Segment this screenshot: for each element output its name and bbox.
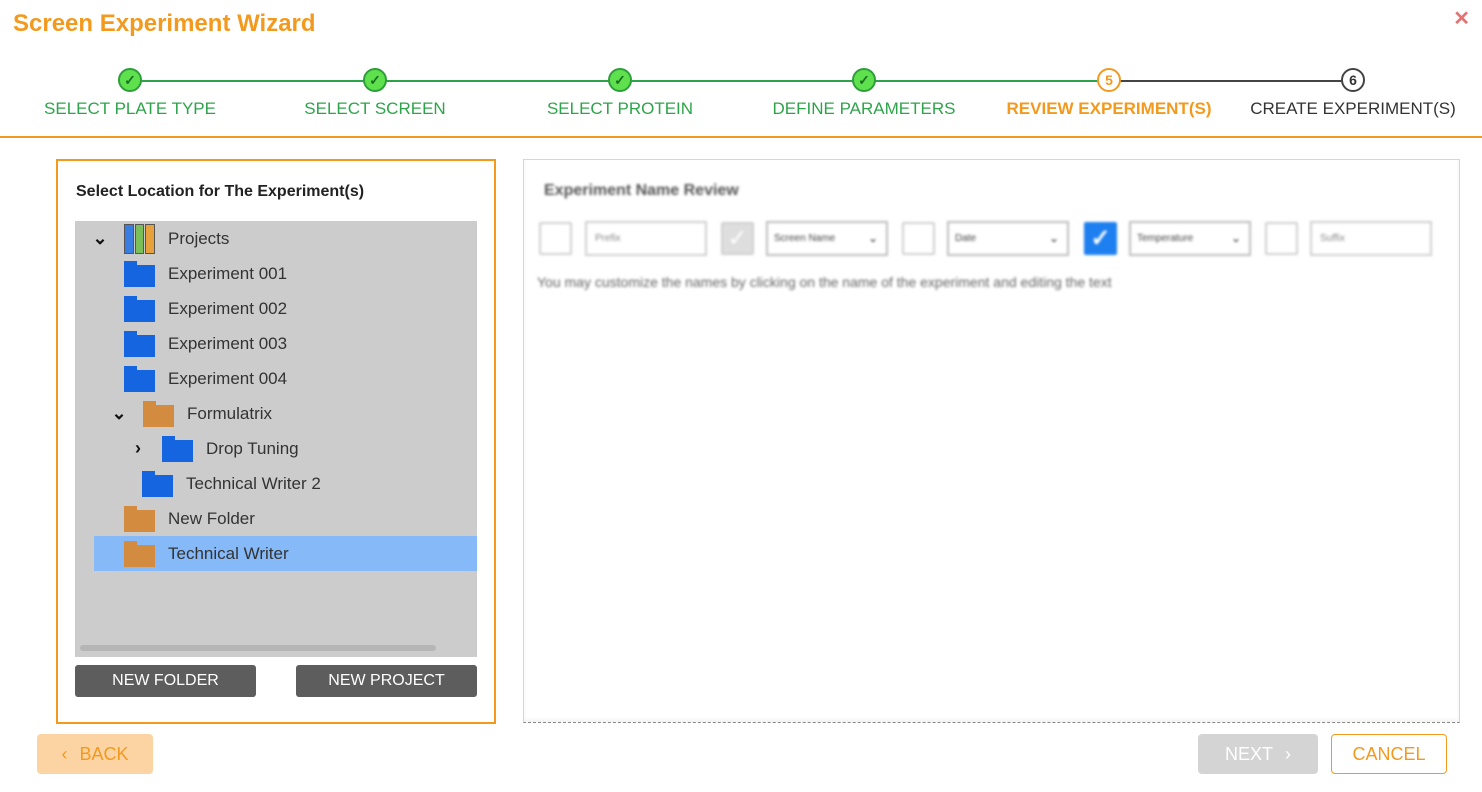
tree-item-label: Experiment 002 xyxy=(168,298,288,318)
tree-item-new-folder[interactable]: New Folder xyxy=(75,501,477,536)
tree-item-experiment-003[interactable]: Experiment 003 xyxy=(75,326,477,361)
tree-item-experiment-002[interactable]: Experiment 002 xyxy=(75,291,477,326)
temperature-select[interactable]: Temperature ⌄ xyxy=(1129,221,1251,256)
step-label: SELECT PLATE TYPE xyxy=(44,99,216,118)
chevron-right-icon: › xyxy=(1285,743,1291,764)
chevron-down-icon: ⌄ xyxy=(1230,231,1241,245)
name-review-panel: Experiment Name Review Prefix ✓ Screen N… xyxy=(523,159,1460,723)
tree-item-label: Technical Writer 2 xyxy=(186,473,321,493)
next-button-label: NEXT xyxy=(1224,743,1273,764)
suffix-checkbox[interactable] xyxy=(1265,222,1298,255)
step-label: CREATE EXPERIMENT(S) xyxy=(1250,99,1456,118)
location-tree[interactable]: ⌄ Projects Experiment 001 Experiment 002… xyxy=(75,221,477,657)
tree-item-label: Experiment 001 xyxy=(168,263,288,283)
folder-icon xyxy=(162,435,193,462)
name-review-title: Experiment Name Review xyxy=(544,182,739,199)
step-create-experiments: 6 CREATE EXPERIMENT(S) xyxy=(1228,64,1478,119)
location-panel: Select Location for The Experiment(s) ⌄ … xyxy=(56,159,496,724)
folder-icon xyxy=(143,400,174,427)
next-button[interactable]: NEXT › xyxy=(1198,734,1318,774)
step-number: 6 xyxy=(1341,68,1365,92)
suffix-input[interactable]: Suffix xyxy=(1310,221,1432,256)
chevron-down-icon: ⌄ xyxy=(1048,231,1059,245)
projects-icon xyxy=(124,223,156,254)
folder-icon xyxy=(124,295,155,322)
cancel-button[interactable]: CANCEL xyxy=(1331,734,1447,774)
step-select-protein: ✓ SELECT PROTEIN xyxy=(495,64,745,119)
tree-item-drop-tuning[interactable]: › Drop Tuning xyxy=(75,431,477,466)
folder-icon xyxy=(124,260,155,287)
step-check-icon: ✓ xyxy=(118,68,142,92)
wizard-stepper: ✓ SELECT PLATE TYPE ✓ SELECT SCREEN ✓ SE… xyxy=(0,64,1482,138)
step-check-icon: ✓ xyxy=(852,68,876,92)
new-folder-button[interactable]: NEW FOLDER xyxy=(75,665,256,697)
tree-item-label: Experiment 003 xyxy=(168,333,288,353)
folder-icon xyxy=(124,330,155,357)
step-label: SELECT PROTEIN xyxy=(546,99,694,118)
location-panel-title: Select Location for The Experiment(s) xyxy=(76,183,365,200)
back-button-label: BACK xyxy=(79,743,129,764)
temperature-select-value: Temperature xyxy=(1137,233,1194,244)
folder-icon xyxy=(124,365,155,392)
prefix-checkbox[interactable] xyxy=(539,222,572,255)
temperature-checkbox[interactable]: ✓ xyxy=(1084,222,1117,255)
tree-item-label: New Folder xyxy=(168,508,255,528)
tree-item-technical-writer[interactable]: Technical Writer xyxy=(94,536,477,571)
back-button[interactable]: ‹ BACK xyxy=(37,734,153,774)
date-select[interactable]: Date ⌄ xyxy=(947,221,1069,256)
prefix-input[interactable]: Prefix xyxy=(585,221,707,256)
tree-item-label: Drop Tuning xyxy=(206,438,299,458)
wizard-window: Screen Experiment Wizard ✕ ✓ SELECT PLAT… xyxy=(0,0,1482,792)
step-label: REVIEW EXPERIMENT(S) xyxy=(1006,99,1212,118)
step-review-experiments: 5 REVIEW EXPERIMENT(S) xyxy=(984,64,1234,119)
tree-item-label: Formulatrix xyxy=(187,403,273,423)
step-label: SELECT SCREEN xyxy=(304,99,446,118)
chevron-left-icon: ‹ xyxy=(61,743,68,764)
tree-item-formulatrix[interactable]: ⌄ Formulatrix xyxy=(75,396,477,431)
folder-icon xyxy=(142,470,173,497)
tree-item-label: Technical Writer xyxy=(168,543,289,563)
new-project-button[interactable]: NEW PROJECT xyxy=(296,665,477,697)
step-label: DEFINE PARAMETERS xyxy=(772,99,956,118)
screen-name-select[interactable]: Screen Name ⌄ xyxy=(766,221,888,256)
tree-item-label: Experiment 004 xyxy=(168,368,288,388)
step-select-screen: ✓ SELECT SCREEN xyxy=(250,64,500,119)
date-checkbox[interactable] xyxy=(902,222,935,255)
chevron-right-icon[interactable]: › xyxy=(128,438,148,459)
chevron-down-icon[interactable]: ⌄ xyxy=(109,403,129,424)
tree-horizontal-scrollbar[interactable] xyxy=(80,645,436,651)
name-review-hint: You may customize the names by clicking … xyxy=(537,274,1112,290)
chevron-down-icon: ⌄ xyxy=(867,231,878,245)
date-select-value: Date xyxy=(955,233,977,244)
folder-icon xyxy=(124,505,155,532)
step-check-icon: ✓ xyxy=(608,68,632,92)
step-select-plate-type: ✓ SELECT PLATE TYPE xyxy=(5,64,255,119)
tree-item-experiment-001[interactable]: Experiment 001 xyxy=(75,256,477,291)
tree-item-label: Projects xyxy=(168,228,230,248)
close-icon[interactable]: ✕ xyxy=(1453,6,1470,31)
screen-name-checkbox[interactable]: ✓ xyxy=(721,222,754,255)
chevron-down-icon[interactable]: ⌄ xyxy=(90,228,110,249)
step-define-parameters: ✓ DEFINE PARAMETERS xyxy=(739,64,989,119)
tree-item-technical-writer-2[interactable]: Technical Writer 2 xyxy=(75,466,477,501)
step-number: 5 xyxy=(1097,68,1121,92)
step-check-icon: ✓ xyxy=(363,68,387,92)
window-title: Screen Experiment Wizard xyxy=(13,10,316,37)
screen-name-select-value: Screen Name xyxy=(774,233,836,244)
tree-item-experiment-004[interactable]: Experiment 004 xyxy=(75,361,477,396)
folder-icon xyxy=(124,540,155,567)
tree-item-projects[interactable]: ⌄ Projects xyxy=(75,221,477,256)
